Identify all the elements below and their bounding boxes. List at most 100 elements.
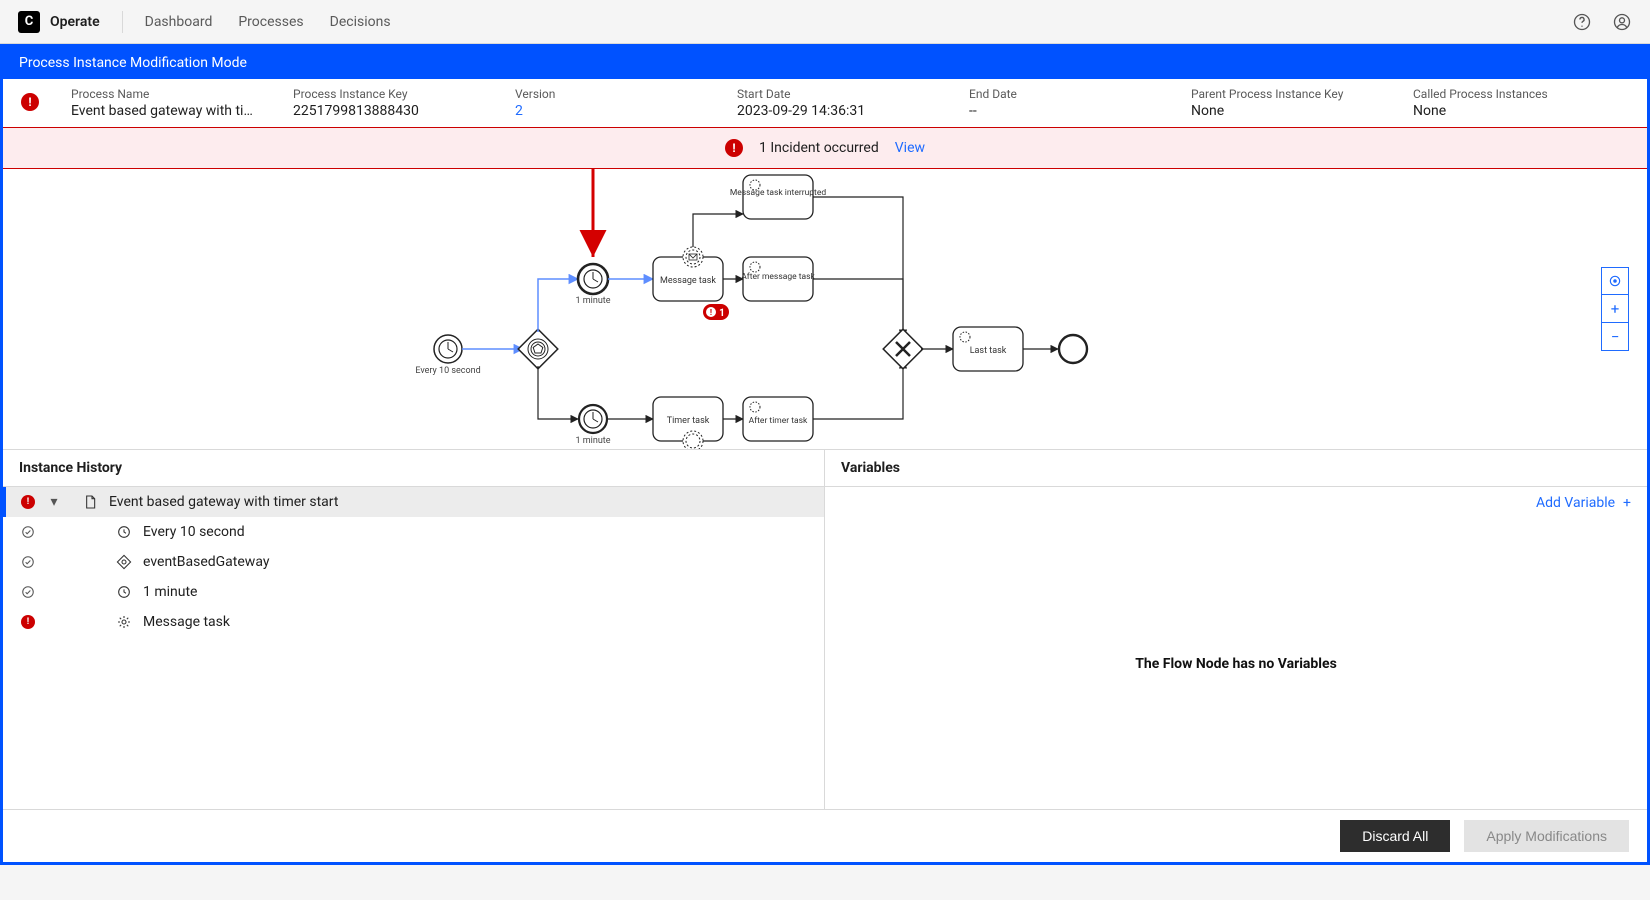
add-variable-label: Add Variable [1536, 495, 1615, 511]
history-row-label: Event based gateway with timer start [109, 494, 808, 510]
bpmn-timer-top[interactable]: 1 minute [575, 264, 610, 306]
meta-label: Process Instance Key [293, 87, 483, 101]
incident-icon: ! [19, 495, 37, 509]
svg-text:1: 1 [719, 308, 725, 319]
history-row[interactable]: Every 10 second [3, 517, 824, 547]
timer-icon [115, 524, 133, 540]
modification-frame: Process Instance Modification Mode ! Pro… [0, 44, 1650, 865]
bpmn-diagram[interactable]: Every 10 second 1 minute [3, 169, 1647, 449]
meta-start-date: Start Date 2023-09-29 14:36:31 [737, 87, 937, 119]
meta-version: Version 2 [515, 87, 705, 119]
bpmn-end-event[interactable] [1059, 335, 1087, 363]
apply-modifications-button[interactable]: Apply Modifications [1464, 820, 1629, 852]
history-row[interactable]: 1 minute [3, 577, 824, 607]
brand-logo: C [18, 11, 40, 33]
gateway-icon [115, 554, 133, 570]
variables-title: Variables [825, 450, 1647, 487]
bpmn-start-event[interactable]: Every 10 second [415, 335, 480, 376]
main-nav: Dashboard Processes Decisions [145, 14, 391, 30]
meta-value-link[interactable]: 2 [515, 103, 705, 119]
svg-text:Timer task: Timer task [667, 416, 710, 426]
incident-text: 1 Incident occurred [759, 140, 879, 156]
zoom-reset-button[interactable] [1601, 267, 1629, 295]
incident-icon: ! [21, 93, 39, 111]
nav-decisions[interactable]: Decisions [330, 14, 391, 30]
svg-text:Message task: Message task [660, 276, 716, 286]
incident-icon: ! [19, 615, 37, 629]
svg-text:!: ! [710, 308, 712, 317]
meta-parent-key: Parent Process Instance Key None [1191, 87, 1381, 119]
add-variable-button[interactable]: Add Variable + [825, 487, 1647, 519]
success-icon [19, 585, 37, 599]
lower-split: Instance History ! ▾ Event based gateway w… [3, 449, 1647, 809]
discard-all-button[interactable]: Discard All [1340, 820, 1450, 852]
success-icon [19, 525, 37, 539]
svg-text:After message task: After message task [741, 272, 815, 282]
bpmn-event-gateway[interactable] [518, 329, 558, 369]
history-row[interactable]: ! ▾ Event based gateway with timer start [3, 487, 824, 517]
nav-processes[interactable]: Processes [238, 14, 303, 30]
incident-icon: ! [725, 139, 743, 157]
bpmn-timer-bottom[interactable]: 1 minute [575, 405, 610, 446]
history-row-label: eventBasedGateway [143, 554, 808, 570]
brand: C Operate [18, 11, 100, 33]
instance-history-panel: Instance History ! ▾ Event based gateway w… [3, 450, 825, 809]
meta-label: End Date [969, 87, 1159, 101]
meta-value: -- [969, 103, 1159, 119]
history-row[interactable]: ! Message task [3, 607, 824, 637]
zoom-controls: + − [1601, 267, 1629, 351]
instance-history-title: Instance History [3, 450, 824, 487]
meta-label: Parent Process Instance Key [1191, 87, 1381, 101]
meta-label: Version [515, 87, 705, 101]
bpmn-message-task-interrupted[interactable]: Message task interrupted [730, 175, 826, 219]
bpmn-message-task[interactable]: Message task ! 1 [653, 247, 729, 320]
history-row-label: Message task [143, 614, 808, 630]
bpmn-svg: Every 10 second 1 minute [3, 169, 1483, 449]
modification-banner: Process Instance Modification Mode [3, 47, 1647, 79]
svg-text:After timer task: After timer task [749, 416, 808, 426]
bpmn-incident-badge: ! 1 [703, 304, 729, 320]
meta-label: Process Name [71, 87, 261, 101]
gear-icon [115, 614, 133, 630]
timer-icon [115, 584, 133, 600]
bpmn-last-task[interactable]: Last task [953, 327, 1023, 371]
bpmn-start-label: Every 10 second [415, 366, 480, 376]
zoom-out-button[interactable]: − [1601, 323, 1629, 351]
user-icon[interactable] [1612, 12, 1632, 32]
brand-name: Operate [50, 14, 100, 30]
bpmn-exclusive-gateway[interactable] [883, 329, 923, 369]
app-header: C Operate Dashboard Processes Decisions [0, 0, 1650, 44]
meta-process-name: Process Name Event based gateway with ti… [71, 87, 261, 119]
variables-panel: Variables Add Variable + The Flow Node h… [825, 450, 1647, 809]
zoom-in-button[interactable]: + [1601, 295, 1629, 323]
history-row-label: 1 minute [143, 584, 808, 600]
help-icon[interactable] [1572, 12, 1592, 32]
history-row[interactable]: eventBasedGateway [3, 547, 824, 577]
meta-value: 2251799813888430 [293, 103, 483, 119]
header-divider [122, 11, 123, 33]
meta-end-date: End Date -- [969, 87, 1159, 119]
instance-history-list: ! ▾ Event based gateway with timer start Ev… [3, 487, 824, 809]
meta-value: 2023-09-29 14:36:31 [737, 103, 937, 119]
nav-dashboard[interactable]: Dashboard [145, 14, 213, 30]
incident-bar: ! 1 Incident occurred View [3, 127, 1647, 169]
plus-icon: + [1623, 495, 1631, 511]
bpmn-timer-top-label: 1 minute [575, 296, 610, 306]
meta-value: None [1413, 103, 1629, 119]
meta-value: None [1191, 103, 1381, 119]
meta-process-instance-key: Process Instance Key 2251799813888430 [293, 87, 483, 119]
bpmn-after-timer-task[interactable]: After timer task [743, 397, 813, 441]
svg-text:Last task: Last task [970, 346, 1007, 356]
meta-label: Start Date [737, 87, 937, 101]
expand-toggle[interactable]: ▾ [47, 494, 61, 510]
meta-called-instances: Called Process Instances None [1413, 87, 1629, 119]
modification-footer: Discard All Apply Modifications [3, 809, 1647, 862]
variables-empty-text: The Flow Node has no Variables [825, 519, 1647, 809]
bpmn-after-message-task[interactable]: After message task [741, 257, 815, 301]
success-icon [19, 555, 37, 569]
incident-view-link[interactable]: View [895, 140, 925, 156]
bpmn-timer-task[interactable]: Timer task [653, 397, 723, 449]
instance-meta: ! Process Name Event based gateway with … [3, 79, 1647, 127]
doc-icon [81, 494, 99, 510]
meta-label: Called Process Instances [1413, 87, 1629, 101]
